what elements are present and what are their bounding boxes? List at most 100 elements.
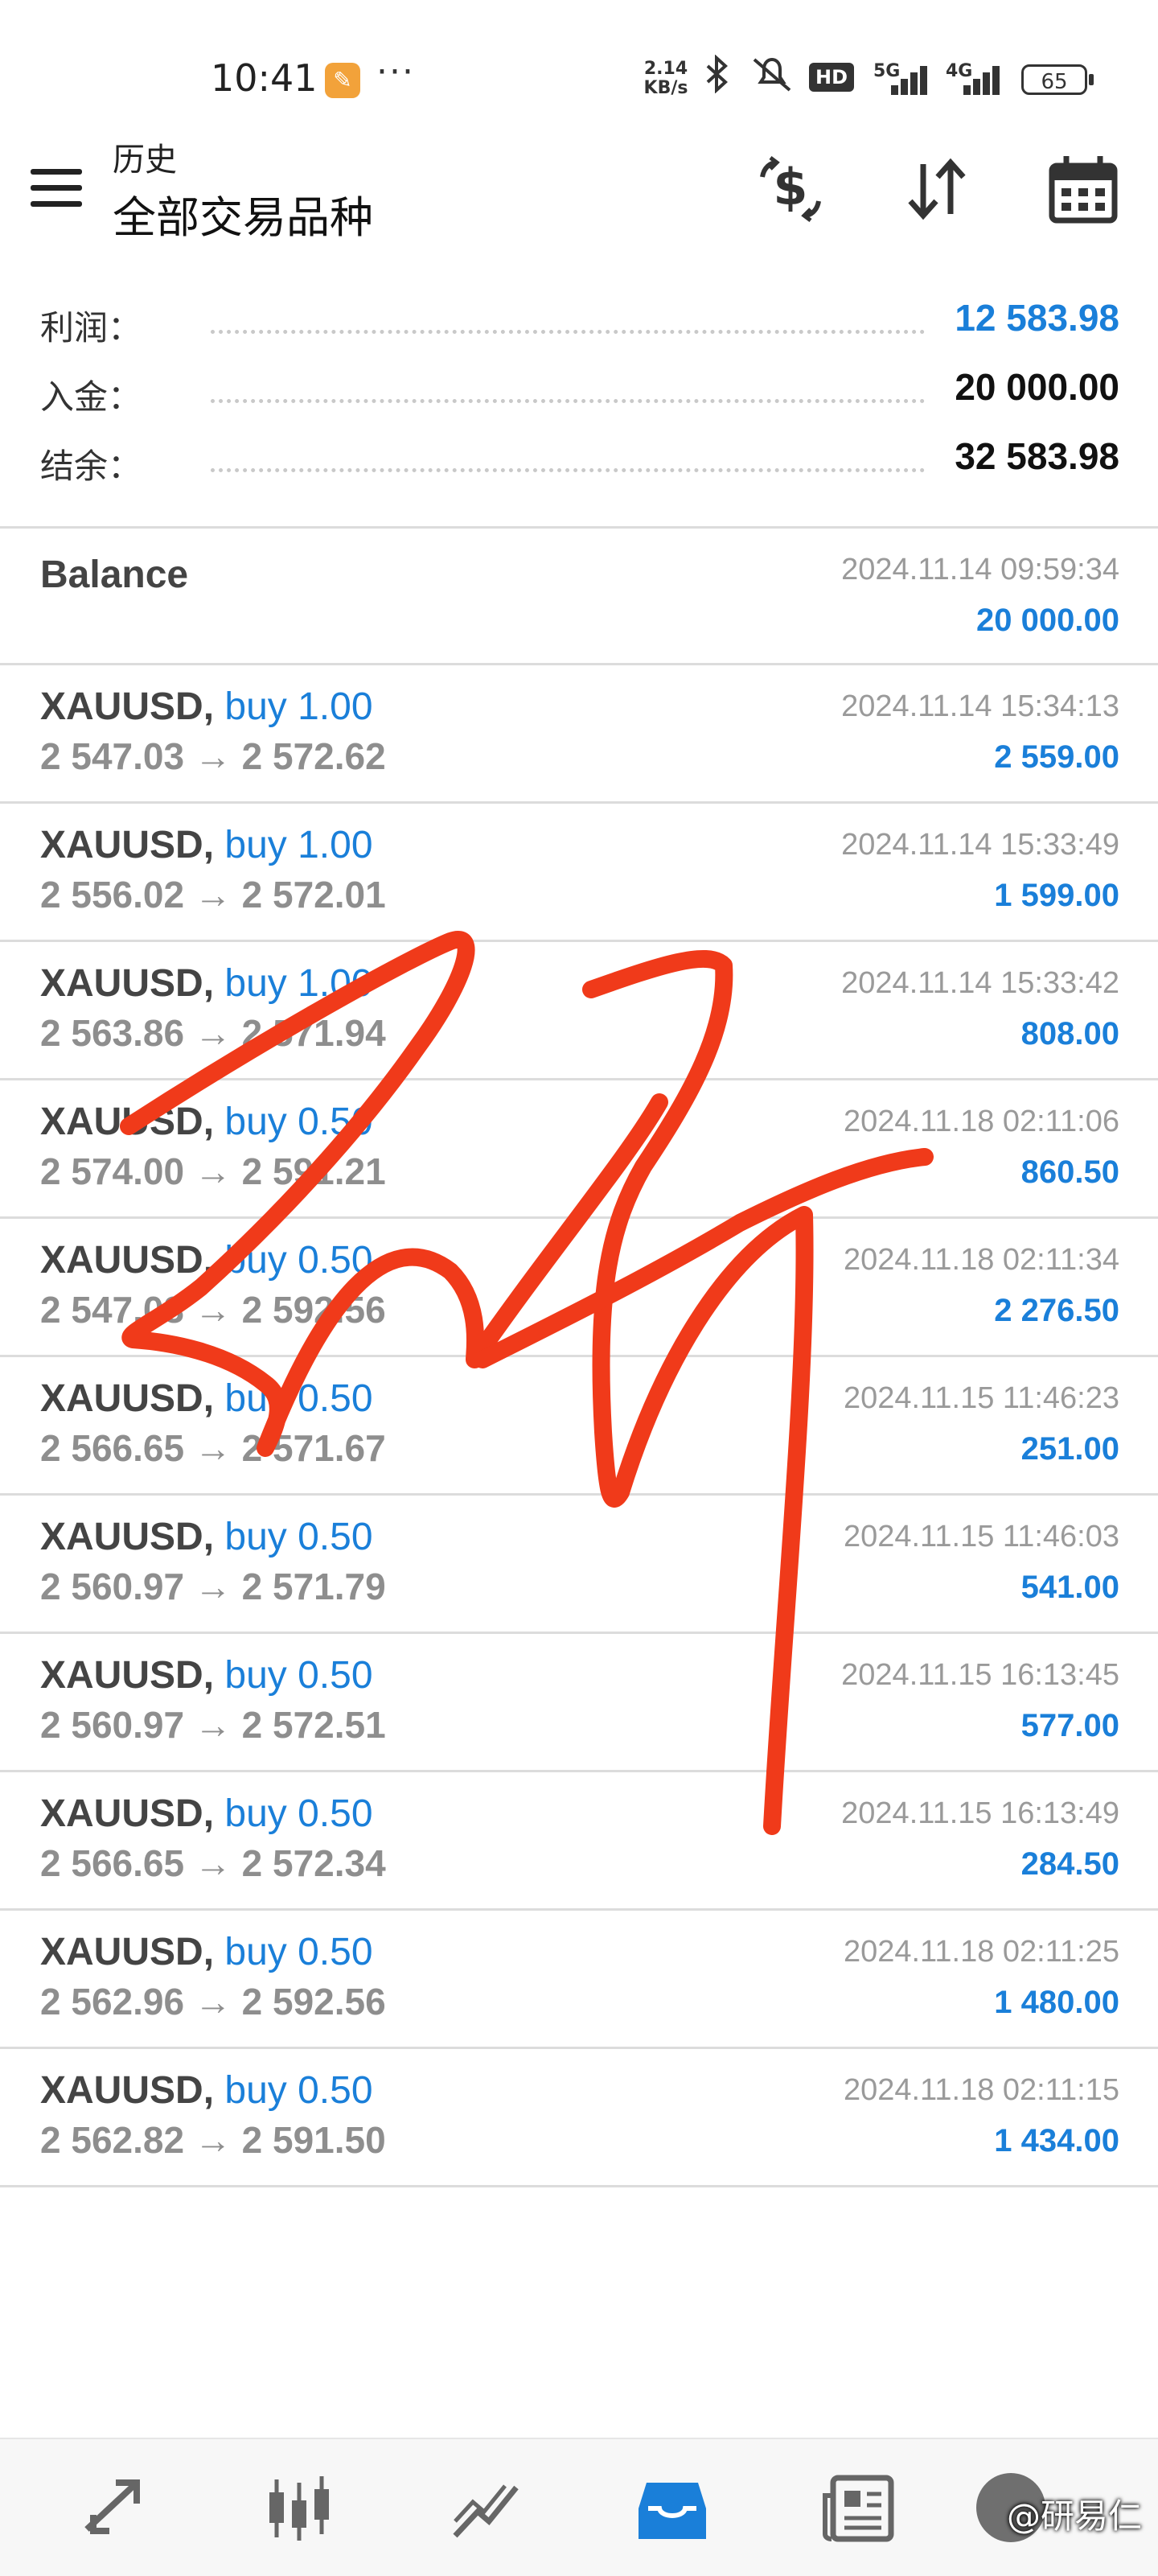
deal-symbol: XAUUSD, buy 0.50 [40,1930,373,1974]
deal-symbol: XAUUSD, buy 0.50 [40,1653,373,1697]
balance-amount: 20 000.00 [976,603,1119,638]
deal-side: buy 0.50 [224,1654,373,1697]
deal-symbol-text: XAUUSD, [40,1931,215,1973]
deal-prices: 2 556.02 → 2 572.01 [40,874,386,916]
deal-symbol-text: XAUUSD, [40,685,215,728]
deal-timestamp: 2024.11.14 15:34:13 [841,689,1119,723]
deal-symbol-text: XAUUSD, [40,1792,215,1835]
history-inbox-icon[interactable] [635,2471,709,2545]
deal-side: buy 0.50 [224,1516,373,1558]
more-notifications-icon: ··· [376,51,415,93]
net-speed-unit: KB/s [643,78,688,98]
battery-icon: 65 [1021,64,1087,95]
deal-profit: 808.00 [1020,1016,1119,1051]
quotes-arrows-icon[interactable] [77,2471,151,2545]
deal-side: buy 0.50 [224,2069,373,2112]
summary-deposit-label: 入金： [40,377,142,417]
deal-row[interactable]: XAUUSD, buy 1.00 2 563.86 → 2 571.94 2024.… [0,942,1158,1079]
bottom-nav: @研易仁 [0,2438,1158,2576]
svg-text:$: $ [773,158,807,216]
deal-side: buy 0.50 [224,1377,373,1420]
deal-symbol: XAUUSD, buy 0.50 [40,1100,373,1144]
deal-profit: 1 480.00 [994,1985,1119,2020]
summary-profit-label: 利润： [40,308,142,348]
sort-arrows-icon[interactable] [901,153,973,225]
deal-symbol-text: XAUUSD, [40,1101,215,1143]
summary-profit-value: 12 583.98 [955,297,1119,339]
page-title[interactable]: 全部交易品种 [113,182,373,245]
trade-line-icon[interactable] [449,2471,523,2545]
deal-row[interactable]: XAUUSD, buy 1.00 2 547.03 → 2 572.62 2024.… [0,665,1158,802]
deal-profit: 541.00 [1020,1570,1119,1605]
deal-symbol: XAUUSD, buy 0.50 [40,1238,373,1282]
deal-profit: 860.50 [1020,1154,1119,1190]
deal-row[interactable]: XAUUSD, buy 0.50 2 547.03 → 2 592.56 2024.… [0,1219,1158,1356]
hd-badge: HD [809,63,855,92]
deal-row[interactable]: XAUUSD, buy 0.50 2 562.96 → 2 592.56 2024.… [0,1911,1158,2047]
deal-symbol: XAUUSD, buy 0.50 [40,1515,373,1559]
mute-bell-icon [749,55,795,101]
deal-profit: 577.00 [1020,1708,1119,1743]
deal-prices: 2 574.00 → 2 591.21 [40,1150,386,1192]
net-speed-value: 2.14 [643,59,688,79]
candlestick-chart-icon[interactable] [262,2471,336,2545]
deal-side: buy 1.00 [224,962,373,1005]
balance-timestamp: 2024.11.14 09:59:34 [841,553,1119,586]
summary-profit-row: 利润： 12 583.98 [0,290,1158,354]
deal-symbol-text: XAUUSD, [40,1377,215,1420]
deal-row[interactable]: XAUUSD, buy 0.50 2 562.82 → 2 591.50 2024.… [0,2049,1158,2186]
calendar-icon[interactable] [1047,153,1119,225]
deal-symbol-text: XAUUSD, [40,962,215,1005]
deal-profit: 2 276.50 [994,1293,1119,1328]
divider [0,2185,1158,2187]
deal-symbol-text: XAUUSD, [40,1654,215,1697]
summary-deposit-row: 入金： 20 000.00 [0,359,1158,423]
deal-profit: 284.50 [1020,1846,1119,1882]
deal-side: buy 1.00 [224,685,373,728]
deal-timestamp: 2024.11.18 02:11:25 [843,1935,1119,1969]
dotted-leader [211,468,925,472]
deal-row[interactable]: XAUUSD, buy 0.50 2 566.65 → 2 572.34 2024.… [0,1772,1158,1909]
deal-side: buy 0.50 [224,1239,373,1282]
summary-balance-label: 结余： [40,446,142,486]
summary-balance-row: 结余： 32 583.98 [0,428,1158,492]
deal-prices: 2 566.65 → 2 572.34 [40,1842,386,1884]
deal-prices: 2 547.03 → 2 572.62 [40,735,386,777]
deal-timestamp: 2024.11.18 02:11:34 [843,1243,1119,1277]
deal-profit: 1 434.00 [994,2123,1119,2158]
deal-side: buy 0.50 [224,1931,373,1973]
deal-prices: 2 566.65 → 2 571.67 [40,1427,386,1469]
watermark-text: @研易仁 [1006,2496,1142,2536]
deal-prices: 2 560.97 → 2 572.51 [40,1704,386,1746]
bluetooth-icon [701,54,733,101]
battery-tip [1089,74,1094,85]
deal-symbol: XAUUSD, buy 0.50 [40,1376,373,1421]
signal-5g-bars-icon [888,60,936,95]
deal-row[interactable]: XAUUSD, buy 0.50 2 574.00 → 2 591.21 2024.… [0,1080,1158,1217]
deal-symbol: XAUUSD, buy 1.00 [40,823,373,867]
deal-prices: 2 560.97 → 2 571.79 [40,1566,386,1607]
balance-entry[interactable]: Balance 2024.11.14 09:59:34 20 000.00 [0,529,1158,665]
deal-symbol-text: XAUUSD, [40,824,215,866]
net-speed: 2.14 KB/s [637,60,695,98]
deal-row[interactable]: XAUUSD, buy 0.50 2 560.97 → 2 572.51 2024.… [0,1634,1158,1771]
deal-prices: 2 562.82 → 2 591.50 [40,2119,386,2161]
deal-timestamp: 2024.11.18 02:11:06 [843,1105,1119,1138]
page-subtitle: 历史 [113,142,177,179]
status-time: 10:41 [211,56,318,100]
deal-symbol-text: XAUUSD, [40,1239,215,1282]
hamburger-menu-icon[interactable] [31,169,82,209]
news-icon[interactable] [822,2471,896,2545]
deal-symbol: XAUUSD, buy 1.00 [40,961,373,1006]
deal-row[interactable]: XAUUSD, buy 0.50 2 566.65 → 2 571.67 2024.… [0,1357,1158,1494]
deal-prices: 2 563.86 → 2 571.94 [40,1012,386,1054]
dollar-refresh-icon[interactable]: $ [754,153,827,225]
deal-row[interactable]: XAUUSD, buy 1.00 2 556.02 → 2 572.01 2024.… [0,804,1158,940]
deal-timestamp: 2024.11.15 16:13:45 [841,1658,1119,1692]
notification-app-icon: ✎ [325,63,360,98]
deal-symbol-text: XAUUSD, [40,1516,215,1558]
signal-4g-bars-icon [960,60,1008,95]
deal-profit: 1 599.00 [994,878,1119,913]
summary-balance-value: 32 583.98 [955,435,1119,477]
deal-row[interactable]: XAUUSD, buy 0.50 2 560.97 → 2 571.79 2024.… [0,1496,1158,1632]
